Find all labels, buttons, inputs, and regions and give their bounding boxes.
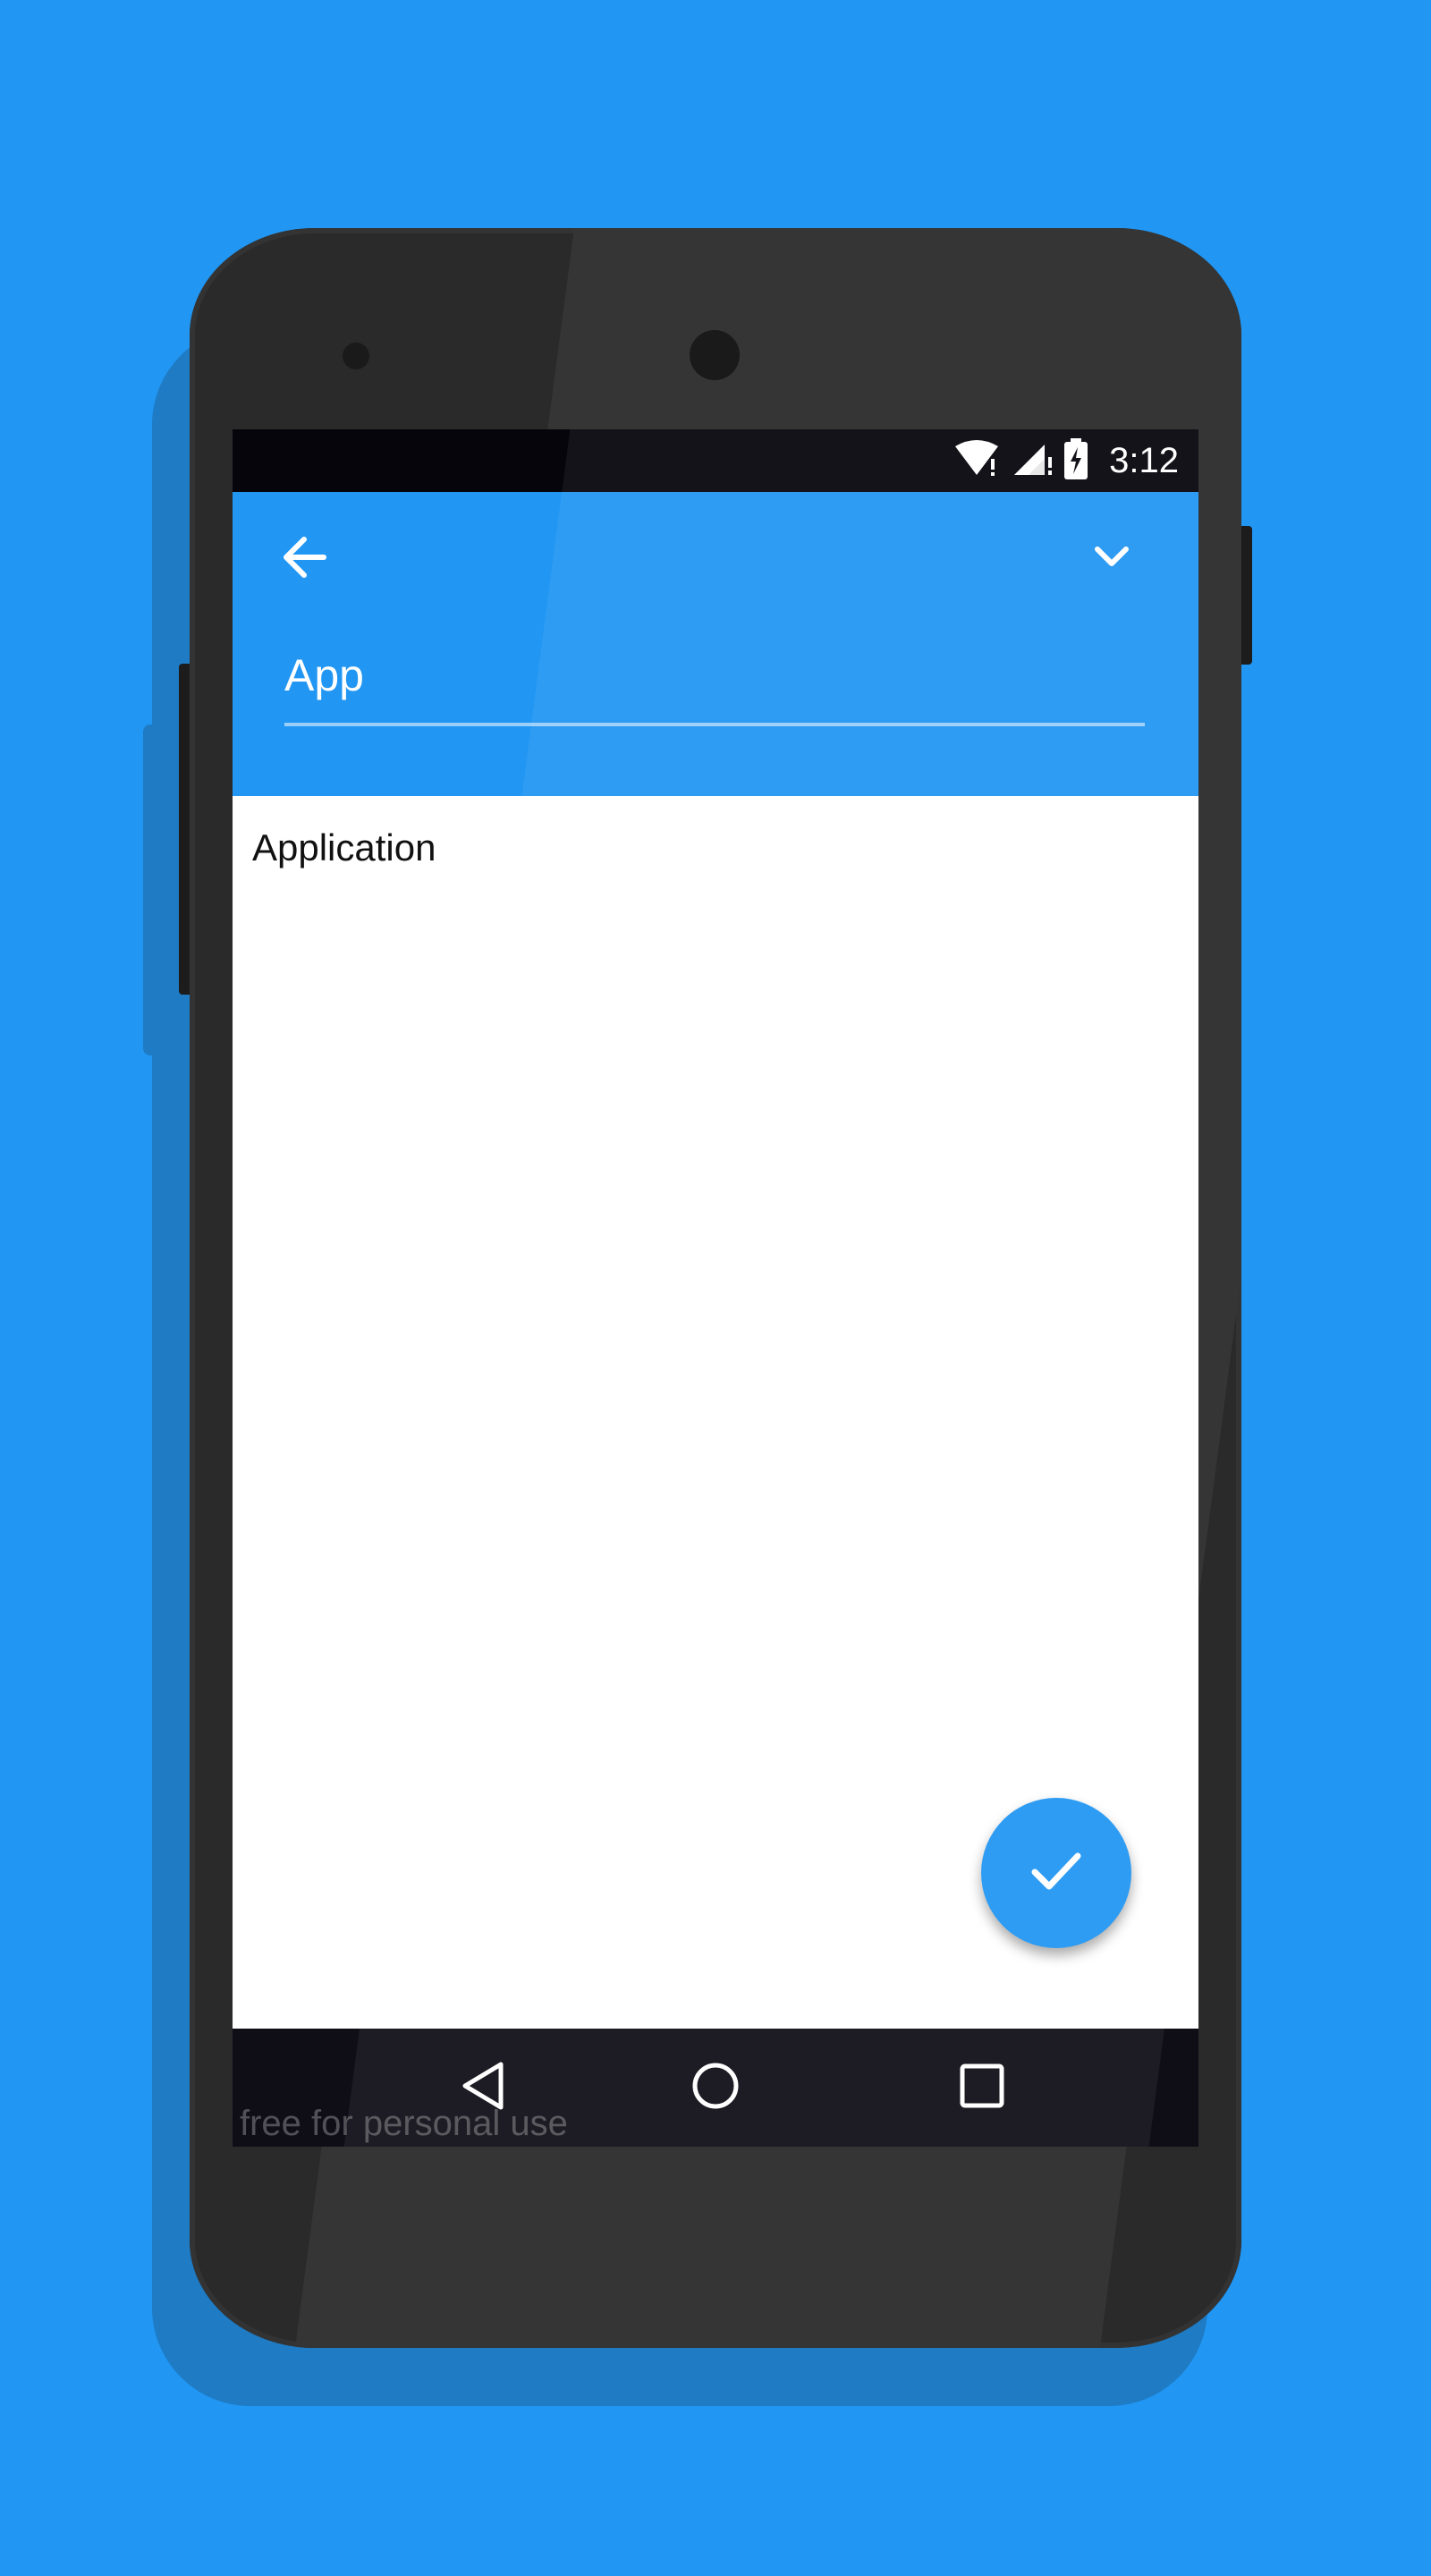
result-item-application[interactable]: Application: [233, 814, 1198, 886]
nav-recents-button[interactable]: [946, 2052, 1018, 2123]
signal-icon: [1011, 439, 1054, 483]
app-bar: [233, 492, 1198, 796]
back-button[interactable]: [268, 523, 340, 595]
phone-shadow-button: [143, 724, 170, 1055]
status-time: 3:12: [1109, 440, 1179, 480]
watermark-text: free for personal use: [240, 2104, 568, 2143]
battery-charging-icon: [1063, 437, 1089, 484]
search-underline: [284, 723, 1145, 726]
status-icons: 3:12: [952, 436, 1179, 485]
chevron-down-icon: [1094, 546, 1130, 573]
navigation-bar: free for personal use: [233, 2029, 1198, 2147]
expand-button[interactable]: [1076, 523, 1147, 595]
earpiece: [343, 343, 369, 369]
wifi-icon: [952, 439, 1002, 483]
check-icon: [1029, 1851, 1083, 1896]
recents-square-icon: [957, 2061, 1007, 2115]
confirm-fab[interactable]: [981, 1798, 1131, 1948]
screen: 3:12 Application: [233, 429, 1198, 2147]
result-label: Application: [252, 826, 436, 869]
home-circle-icon: [689, 2059, 742, 2117]
nav-home-button[interactable]: [680, 2052, 751, 2123]
status-bar: 3:12: [233, 429, 1198, 492]
search-input[interactable]: [284, 640, 1145, 711]
arrow-back-icon: [281, 536, 327, 583]
front-camera: [690, 330, 740, 380]
